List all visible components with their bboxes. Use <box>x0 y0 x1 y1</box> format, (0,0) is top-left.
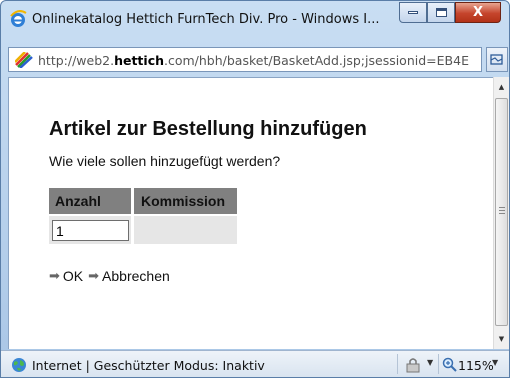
scroll-down-button[interactable]: ▼ <box>494 331 509 347</box>
close-button[interactable]: X <box>455 2 501 23</box>
address-url[interactable]: http://web2.hettich.com/hbh/basket/Baske… <box>38 53 478 68</box>
chevron-down-icon[interactable]: ▼ <box>492 358 498 367</box>
compatibility-view-button[interactable] <box>486 47 508 72</box>
url-prefix: http://web2. <box>38 53 115 68</box>
globe-icon <box>12 358 26 372</box>
vertical-scrollbar[interactable]: ▲ ▼ <box>493 77 509 349</box>
url-suffix: .com/hbh/basket/BasketAdd.jsp;jsessionid… <box>164 53 469 68</box>
security-lock-icon[interactable] <box>406 357 420 373</box>
maximize-button[interactable] <box>427 2 455 23</box>
grip-icon <box>499 207 505 214</box>
cancel-link[interactable]: Abbrechen <box>102 268 170 284</box>
column-header-kommission: Kommission <box>134 188 237 214</box>
action-links: ➡ OK ➡ Abbrechen <box>49 268 175 284</box>
page-content: Artikel zur Bestellung hinzufügen Wie vi… <box>8 77 493 349</box>
window-title: Onlinekatalog Hettich FurnTech Div. Pro … <box>32 12 380 27</box>
minimize-button[interactable] <box>399 2 427 23</box>
browser-window: Onlinekatalog Hettich FurnTech Div. Pro … <box>0 0 510 378</box>
minimize-icon <box>408 11 418 14</box>
zone-status: Internet | Geschützter Modus: Inaktiv <box>32 358 265 373</box>
page-title: Artikel zur Bestellung hinzufügen <box>49 118 367 140</box>
quantity-cell <box>49 216 131 244</box>
arrow-right-icon: ➡ <box>88 268 100 283</box>
url-domain: hettich <box>114 53 164 68</box>
zoom-icon[interactable] <box>442 357 458 373</box>
kommission-cell <box>134 216 237 244</box>
status-separator <box>438 354 439 374</box>
maximize-icon <box>435 8 447 17</box>
zoom-level[interactable]: 115% <box>458 358 494 373</box>
address-bar[interactable]: http://web2.hettich.com/hbh/basket/Baske… <box>8 47 482 72</box>
ok-link[interactable]: OK <box>63 268 83 284</box>
quantity-input[interactable] <box>52 220 129 241</box>
internet-explorer-icon <box>10 10 27 27</box>
close-icon: X <box>472 5 484 20</box>
hettich-favicon-icon <box>15 52 33 68</box>
scroll-thumb[interactable] <box>495 98 508 326</box>
chevron-down-icon[interactable]: ▼ <box>427 358 433 367</box>
arrow-right-icon: ➡ <box>49 268 60 283</box>
scroll-up-button[interactable]: ▲ <box>494 79 509 95</box>
status-separator <box>397 354 398 374</box>
status-bar: Internet | Geschützter Modus: Inaktiv ▼ … <box>1 350 509 377</box>
title-bar[interactable]: Onlinekatalog Hettich FurnTech Div. Pro … <box>1 1 509 42</box>
broken-page-icon <box>490 53 503 65</box>
quantity-question: Wie viele sollen hinzugefügt werden? <box>49 153 281 169</box>
column-header-anzahl: Anzahl <box>49 188 131 214</box>
